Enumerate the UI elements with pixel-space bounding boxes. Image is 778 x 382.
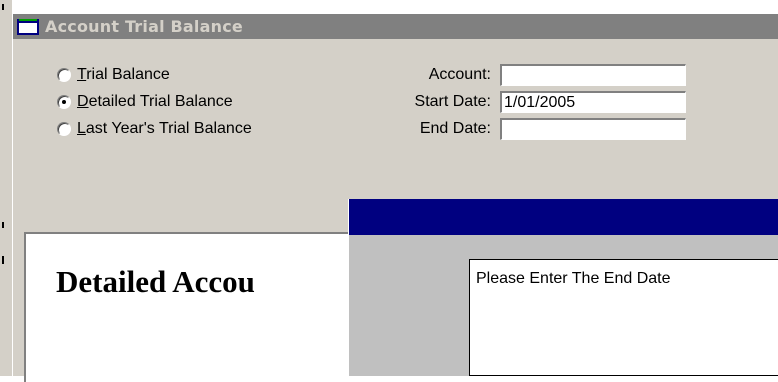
radio-last-years-trial-balance[interactable]: Last Year's Trial Balance	[57, 120, 252, 138]
radio-label: Detailed Trial Balance	[77, 93, 233, 110]
radio-button[interactable]	[57, 68, 71, 82]
radio-detailed-trial-balance[interactable]: Detailed Trial Balance	[57, 93, 233, 111]
end-date-dialog: Please Enter The End Date	[348, 199, 778, 376]
start-date-label: Start Date:	[414, 93, 491, 110]
radio-label: Last Year's Trial Balance	[77, 120, 252, 137]
parent-window-edge	[0, 0, 12, 376]
end-date-label: End Date:	[419, 120, 491, 137]
window-app-icon[interactable]	[17, 18, 39, 35]
radio-button[interactable]	[57, 122, 71, 136]
report-preview: Detailed Accou	[24, 232, 384, 382]
radio-label: Trial Balance	[77, 66, 170, 83]
edge-mark	[2, 222, 4, 228]
edge-mark	[2, 256, 4, 264]
start-date-input[interactable]	[500, 91, 686, 113]
edge-mark	[2, 4, 4, 10]
window-title: Account Trial Balance	[45, 17, 243, 36]
dialog-message: Please Enter The End Date	[476, 270, 671, 287]
report-title: Detailed Accou	[56, 264, 255, 299]
account-input[interactable]	[500, 64, 686, 86]
dialog-titlebar[interactable]	[349, 199, 778, 235]
radio-button-checked[interactable]	[57, 95, 71, 109]
window-titlebar[interactable]: Account Trial Balance	[13, 14, 778, 39]
account-label: Account:	[428, 66, 491, 83]
end-date-input[interactable]	[500, 118, 686, 140]
dialog-message-panel: Please Enter The End Date	[469, 259, 778, 376]
radio-trial-balance[interactable]: Trial Balance	[57, 66, 170, 84]
